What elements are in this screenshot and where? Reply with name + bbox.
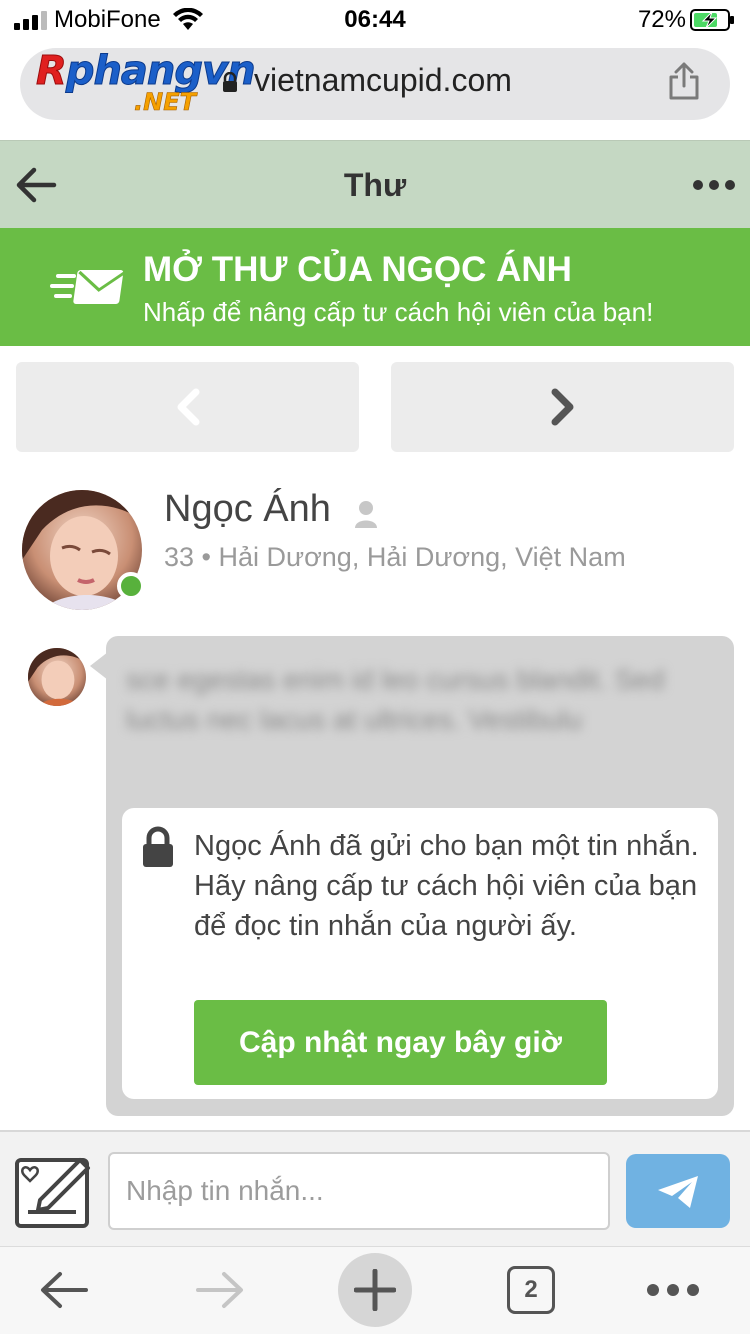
upgrade-banner[interactable]: MỞ THƯ CỦA NGỌC ÁNH Nhấp để nâng cấp tư … — [0, 228, 750, 346]
locked-message-notice: Ngọc Ánh đã gửi cho bạn một tin nhắn. Hã… — [194, 830, 699, 942]
chevron-left-icon — [177, 388, 200, 426]
page-title: Thư — [343, 167, 407, 203]
message-input[interactable] — [108, 1152, 610, 1230]
next-button[interactable] — [391, 362, 734, 452]
chevron-right-icon — [551, 388, 574, 426]
profile-details: 33 • Hải Dương, Hải Dương, Việt Nam — [164, 542, 626, 572]
send-icon — [658, 1176, 698, 1208]
battery-charging-icon — [690, 9, 734, 31]
new-tab-button[interactable] — [338, 1253, 412, 1327]
share-icon[interactable] — [668, 62, 700, 100]
banner-subtitle: Nhấp để nâng cấp tư cách hội viên của bạ… — [143, 297, 654, 327]
online-status-dot — [117, 572, 145, 600]
browser-menu-icon[interactable] — [646, 1283, 700, 1297]
blurred-message-text: sce egestas enim id leo cursus blandit. … — [126, 664, 665, 735]
profile-name[interactable]: Ngọc Ánh — [164, 488, 331, 531]
browser-forward-icon[interactable] — [194, 1270, 246, 1310]
sender-avatar[interactable] — [28, 648, 86, 706]
lock-icon — [143, 826, 173, 867]
browser-back-icon[interactable] — [38, 1270, 90, 1310]
upgrade-now-button[interactable]: Cập nhật ngay bây giờ — [194, 1000, 607, 1085]
plus-icon — [354, 1269, 396, 1311]
ellipsis-icon[interactable] — [692, 179, 736, 191]
tabs-button[interactable]: 2 — [507, 1266, 555, 1314]
person-icon — [355, 501, 377, 528]
send-button[interactable] — [626, 1154, 730, 1228]
previous-button[interactable] — [16, 362, 359, 452]
status-bar: MobiFone 06:44 72% — [0, 0, 750, 40]
url-text[interactable]: vietnamcupid.com — [254, 62, 512, 99]
page-header: Thư — [0, 140, 750, 228]
secure-lock-icon — [223, 72, 237, 92]
compose-icon[interactable] — [14, 1152, 94, 1230]
battery-percent: 72% — [637, 6, 686, 33]
banner-title: MỞ THƯ CỦA NGỌC ÁNH — [143, 250, 572, 289]
mail-fast-icon — [50, 270, 127, 304]
